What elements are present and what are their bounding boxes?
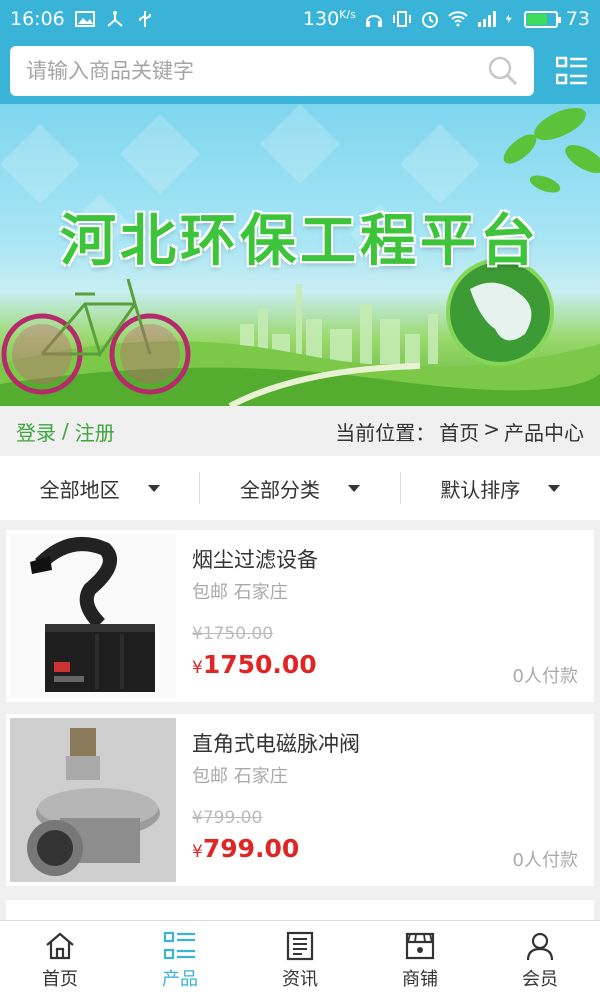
auth-separator: / [62,419,69,443]
register-link[interactable]: 注册 [75,417,115,446]
status-bar: 16:06 130K/s 73 [0,0,600,38]
nav-products[interactable]: 产品 [120,921,240,1000]
nav-products-label: 产品 [162,968,198,990]
filter-sort-label: 默认排序 [440,477,521,502]
news-icon [286,931,314,960]
product-info: 烟尘过滤设备 包邮 石家庄 ¥1750.00 ¥1750.00 0人付款 [180,530,594,702]
signal-icon [477,11,496,27]
product-tag: 包邮 石家庄 [192,766,288,787]
alarm-icon [421,12,438,28]
product-card[interactable]: 烟尘过滤设备 包邮 石家庄 ¥1750.00 ¥1750.00 0人付款 [6,530,594,702]
caret-down-icon [147,484,160,492]
caret-down-icon [548,484,561,492]
product-old-price: ¥799.00 [192,808,263,828]
breadcrumb-current: 产品中心 [504,420,584,445]
banner[interactable]: 河北环保工程平台 [0,104,600,406]
product-info: 直角式电磁脉冲阀 包邮 石家庄 ¥799.00 ¥799.00 0人付款 [180,714,594,886]
status-time: 16:06 [10,8,65,30]
status-speed: 130K/s [302,8,356,30]
filter-sort[interactable]: 默认排序 [399,472,600,504]
wifi-icon [448,11,468,27]
nav-home-label: 首页 [42,968,78,990]
product-tag: 包邮 石家庄 [192,582,288,603]
vibrate-icon [392,11,411,27]
login-link[interactable]: 登录 [16,417,56,446]
caret-down-icon [347,484,360,492]
nav-store-label: 商铺 [402,968,438,990]
product-sold-count: 0人付款 [512,666,578,687]
product-price: ¥799.00 [192,834,300,863]
product-old-price: ¥1750.00 [192,624,274,644]
search-icon[interactable] [488,56,518,86]
product-price: ¥1750.00 [192,650,317,679]
product-image[interactable] [10,534,176,698]
filter-bar: 全部地区 全部分类 默认排序 [0,456,600,520]
battery-icon [523,10,561,28]
breadcrumb-home[interactable]: 首页 [439,417,479,446]
nav-news-label: 资讯 [282,968,318,990]
banner-title: 河北环保工程平台 [60,208,540,274]
product-name[interactable]: 烟尘过滤设备 [192,544,318,574]
nav-store[interactable]: 商铺 [360,921,480,1000]
store-icon [405,932,435,959]
product-image[interactable] [10,718,176,882]
filter-region-label: 全部地区 [39,477,120,502]
nav-member-label: 会员 [522,968,558,990]
share-icon [107,11,123,27]
home-icon [46,932,74,959]
user-icon [526,932,554,960]
pulse-valve-image [10,718,176,882]
nav-member[interactable]: 会员 [480,921,600,1000]
header [0,38,600,104]
battery-level: 73 [565,8,590,30]
menu-icon [556,56,587,85]
charging-icon [505,14,512,24]
image-icon [74,11,95,27]
category-menu-button[interactable] [554,53,590,89]
breadcrumb: 当前位置： 首页 > 产品中心 [335,417,584,446]
filter-category[interactable]: 全部分类 [199,472,399,504]
search-box[interactable] [10,46,534,96]
list-icon [163,931,195,959]
breadcrumb-prefix: 当前位置： [335,420,436,445]
headphones-icon [365,15,382,27]
breadcrumb-separator: > [483,416,500,441]
filter-region[interactable]: 全部地区 [0,472,199,504]
search-input[interactable] [26,59,488,83]
bottom-nav: 首页 产品 资讯 商铺 会员 [0,920,600,1000]
fume-extractor-image [30,537,155,692]
nav-home[interactable]: 首页 [0,921,120,1000]
breadcrumb-bar: 登录 / 注册 当前位置： 首页 > 产品中心 [0,406,600,456]
usb-icon [138,11,151,27]
nav-news[interactable]: 资讯 [240,921,360,1000]
product-sold-count: 0人付款 [512,850,578,871]
product-card[interactable]: 直角式电磁脉冲阀 包邮 石家庄 ¥799.00 ¥799.00 0人付款 [6,714,594,886]
filter-category-label: 全部分类 [239,477,320,502]
product-name[interactable]: 直角式电磁脉冲阀 [192,728,360,758]
